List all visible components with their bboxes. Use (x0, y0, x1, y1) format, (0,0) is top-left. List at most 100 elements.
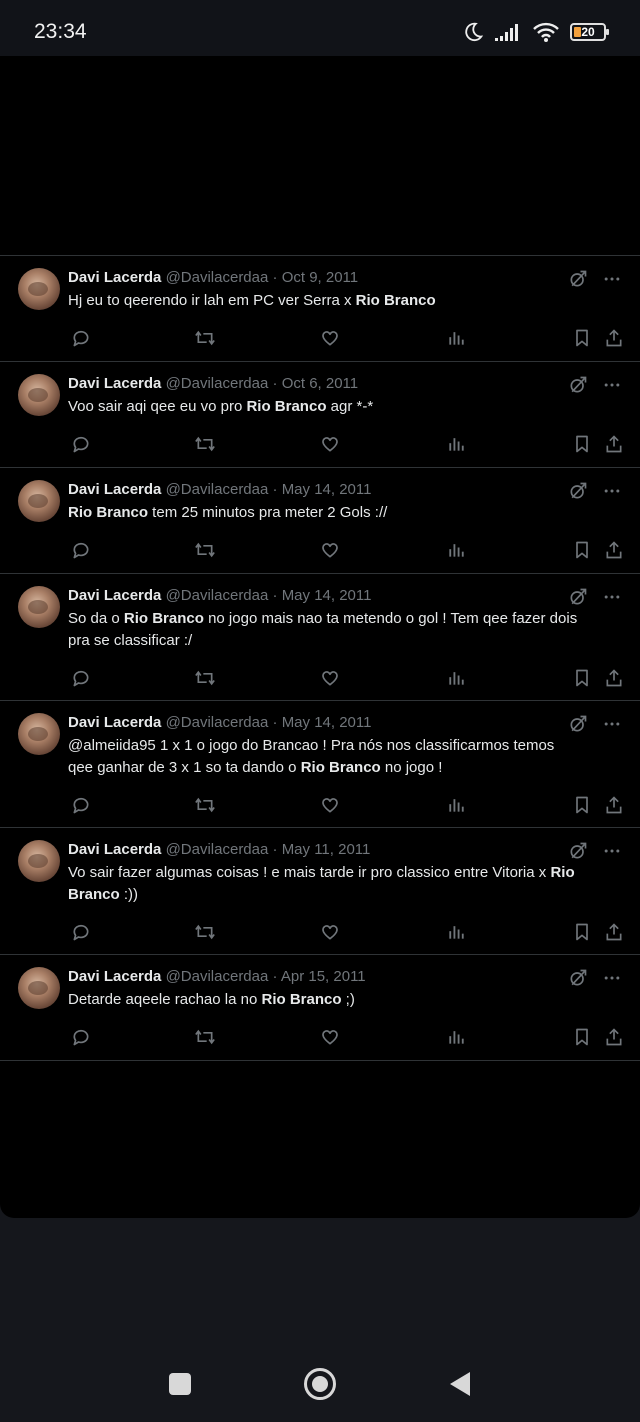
tweet[interactable]: Davi Lacerda @Davilacerdaa · May 14, 201… (0, 701, 640, 828)
share-button[interactable] (602, 432, 626, 456)
author-name[interactable]: Davi Lacerda (68, 714, 161, 731)
grok-icon[interactable] (568, 375, 588, 395)
tweet-date[interactable]: Oct 6, 2011 (282, 375, 358, 392)
more-icon[interactable] (602, 841, 622, 861)
share-button[interactable] (602, 666, 626, 690)
recents-button[interactable] (164, 1368, 196, 1400)
like-button[interactable] (318, 920, 342, 944)
views-button[interactable] (444, 920, 468, 944)
reply-icon (71, 1027, 91, 1047)
author-handle[interactable]: @Davilacerdaa (166, 269, 269, 286)
bookmark-button[interactable] (570, 538, 594, 562)
text-segment: Vo sair fazer algumas coisas ! e mais ta… (68, 864, 551, 881)
avatar[interactable] (18, 374, 60, 416)
views-icon (446, 922, 466, 942)
more-icon[interactable] (602, 714, 622, 734)
reply-button[interactable] (69, 326, 93, 350)
avatar[interactable] (18, 480, 60, 522)
author-handle[interactable]: @Davilacerdaa (166, 481, 269, 498)
tweet-date[interactable]: May 14, 2011 (282, 714, 372, 731)
views-button[interactable] (444, 793, 468, 817)
more-icon[interactable] (602, 375, 622, 395)
grok-icon[interactable] (568, 714, 588, 734)
like-button[interactable] (318, 666, 342, 690)
like-button[interactable] (318, 538, 342, 562)
tweet[interactable]: Davi Lacerda @Davilacerdaa · Oct 9, 2011… (0, 256, 640, 362)
views-button[interactable] (444, 1025, 468, 1049)
author-name[interactable]: Davi Lacerda (68, 587, 161, 604)
tweet[interactable]: Davi Lacerda @Davilacerdaa · Apr 15, 201… (0, 955, 640, 1061)
share-button[interactable] (602, 793, 626, 817)
bookmark-button[interactable] (570, 793, 594, 817)
grok-icon[interactable] (568, 481, 588, 501)
author-handle[interactable]: @Davilacerdaa (166, 841, 269, 858)
reply-button[interactable] (69, 793, 93, 817)
author-handle[interactable]: @Davilacerdaa (166, 375, 269, 392)
bookmark-button[interactable] (570, 432, 594, 456)
grok-icon[interactable] (568, 841, 588, 861)
bookmark-button[interactable] (570, 920, 594, 944)
retweet-button[interactable] (193, 538, 217, 562)
author-name[interactable]: Davi Lacerda (68, 269, 161, 286)
tweet-date[interactable]: May 14, 2011 (282, 481, 372, 498)
more-icon[interactable] (602, 481, 622, 501)
reply-button[interactable] (69, 920, 93, 944)
more-icon[interactable] (602, 968, 622, 988)
more-icon[interactable] (602, 269, 622, 289)
tweet[interactable]: Davi Lacerda @Davilacerdaa · May 14, 201… (0, 574, 640, 701)
author-name[interactable]: Davi Lacerda (68, 375, 161, 392)
tweet-date[interactable]: May 11, 2011 (282, 841, 371, 858)
reply-button[interactable] (69, 666, 93, 690)
retweet-button[interactable] (193, 326, 217, 350)
more-icon[interactable] (602, 587, 622, 607)
avatar[interactable] (18, 713, 60, 755)
reply-button[interactable] (69, 538, 93, 562)
author-handle[interactable]: @Davilacerdaa (166, 714, 269, 731)
tweet-date[interactable]: Oct 9, 2011 (282, 269, 358, 286)
retweet-icon (194, 668, 216, 688)
tweet[interactable]: Davi Lacerda @Davilacerdaa · May 14, 201… (0, 468, 640, 574)
reply-button[interactable] (69, 432, 93, 456)
author-handle[interactable]: @Davilacerdaa (166, 968, 269, 985)
retweet-button[interactable] (193, 920, 217, 944)
avatar[interactable] (18, 967, 60, 1009)
views-button[interactable] (444, 666, 468, 690)
grok-icon[interactable] (568, 968, 588, 988)
views-button[interactable] (444, 326, 468, 350)
like-button[interactable] (318, 1025, 342, 1049)
reply-button[interactable] (69, 1025, 93, 1049)
tweet-date[interactable]: May 14, 2011 (282, 587, 372, 604)
like-button[interactable] (318, 793, 342, 817)
tweet[interactable]: Davi Lacerda @Davilacerdaa · May 11, 201… (0, 828, 640, 955)
back-button[interactable] (444, 1368, 476, 1400)
tweet[interactable]: Davi Lacerda @Davilacerdaa · Oct 6, 2011… (0, 362, 640, 468)
tweet-content: Davi Lacerda @Davilacerdaa · Apr 15, 201… (68, 967, 624, 1011)
author-name[interactable]: Davi Lacerda (68, 481, 161, 498)
retweet-button[interactable] (193, 1025, 217, 1049)
like-button[interactable] (318, 326, 342, 350)
share-button[interactable] (602, 920, 626, 944)
share-button[interactable] (602, 326, 626, 350)
bookmark-button[interactable] (570, 326, 594, 350)
views-button[interactable] (444, 432, 468, 456)
avatar[interactable] (18, 268, 60, 310)
author-handle[interactable]: @Davilacerdaa (166, 587, 269, 604)
bookmark-icon (573, 668, 591, 688)
retweet-button[interactable] (193, 666, 217, 690)
grok-icon[interactable] (568, 587, 588, 607)
retweet-button[interactable] (193, 432, 217, 456)
views-button[interactable] (444, 538, 468, 562)
grok-icon[interactable] (568, 269, 588, 289)
author-name[interactable]: Davi Lacerda (68, 841, 161, 858)
tweet-date[interactable]: Apr 15, 2011 (281, 968, 366, 985)
share-button[interactable] (602, 1025, 626, 1049)
bookmark-button[interactable] (570, 666, 594, 690)
author-name[interactable]: Davi Lacerda (68, 968, 161, 985)
home-button[interactable] (302, 1366, 338, 1402)
avatar[interactable] (18, 840, 60, 882)
share-button[interactable] (602, 538, 626, 562)
like-button[interactable] (318, 432, 342, 456)
retweet-button[interactable] (193, 793, 217, 817)
avatar[interactable] (18, 586, 60, 628)
bookmark-button[interactable] (570, 1025, 594, 1049)
